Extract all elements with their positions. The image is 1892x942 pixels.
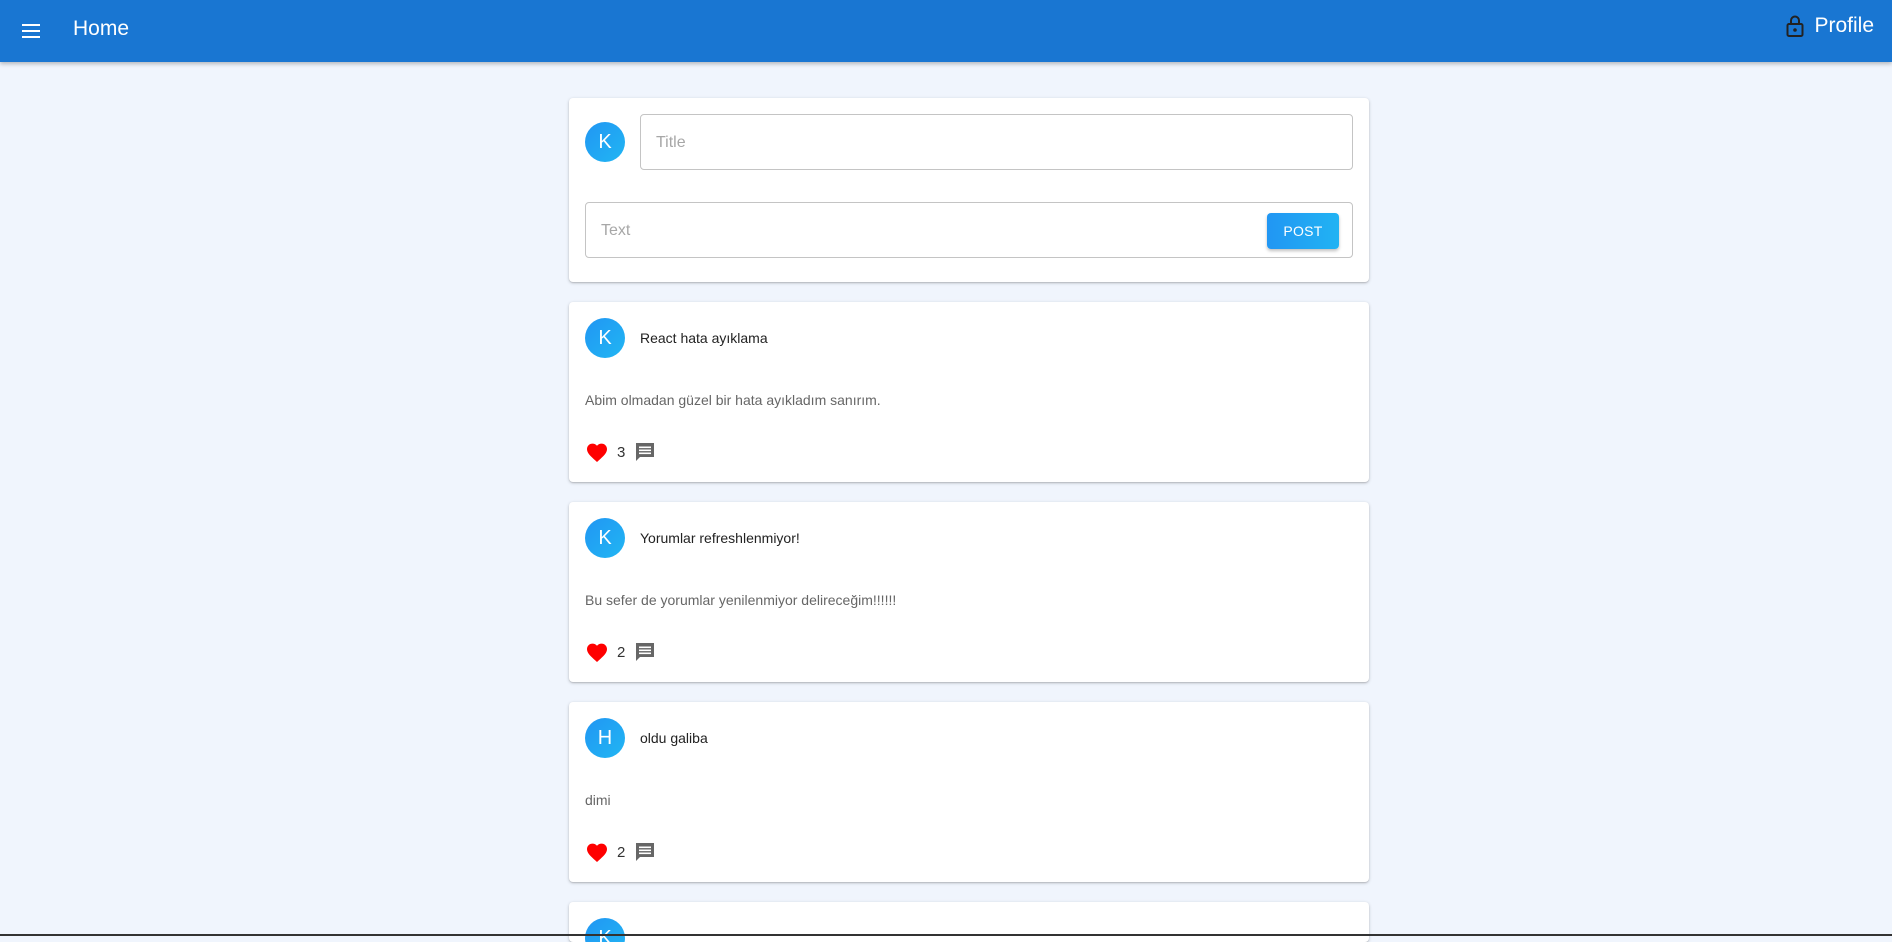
- post-actions: 3: [585, 440, 657, 464]
- post-actions: 2: [585, 640, 657, 664]
- like-button[interactable]: [585, 440, 609, 464]
- avatar[interactable]: K: [585, 518, 625, 558]
- post-card: H oldu galiba dimi 2: [569, 702, 1369, 882]
- post-actions: 2: [585, 840, 657, 864]
- like-button[interactable]: [585, 840, 609, 864]
- comment-button[interactable]: [633, 440, 657, 464]
- avatar-letter: K: [598, 527, 611, 550]
- post-card: K Yorumlar refreshlenmiyor! Bu sefer de …: [569, 502, 1369, 682]
- post-button[interactable]: POST: [1267, 213, 1339, 249]
- heart-icon: [585, 441, 609, 463]
- post-card: K: [569, 902, 1369, 942]
- like-button[interactable]: [585, 640, 609, 664]
- avatar[interactable]: K: [585, 318, 625, 358]
- post-title: oldu galiba: [640, 730, 708, 746]
- post-card: K React hata ayıklama Abim olmadan güzel…: [569, 302, 1369, 482]
- comment-icon: [633, 640, 657, 664]
- app-bar: Home Profile: [0, 0, 1892, 62]
- profile-label: Profile: [1814, 14, 1874, 38]
- post-text: Abim olmadan güzel bir hata ayıkladım sa…: [585, 392, 881, 408]
- avatar[interactable]: K: [585, 918, 625, 942]
- post-composer: K POST: [569, 98, 1369, 282]
- post-title: Yorumlar refreshlenmiyor!: [640, 530, 800, 546]
- heart-icon: [585, 841, 609, 863]
- comment-icon: [633, 440, 657, 464]
- avatar-letter: K: [598, 327, 611, 350]
- avatar-letter: H: [598, 727, 612, 750]
- like-count: 2: [617, 644, 625, 661]
- avatar: K: [585, 122, 625, 162]
- menu-icon: [18, 19, 48, 43]
- comment-icon: [633, 840, 657, 864]
- text-field: POST: [585, 202, 1353, 258]
- text-input[interactable]: [599, 203, 1203, 259]
- like-count: 2: [617, 844, 625, 861]
- heart-icon: [585, 641, 609, 663]
- profile-link[interactable]: Profile: [1784, 14, 1874, 38]
- title-input[interactable]: [654, 115, 1339, 171]
- like-count: 3: [617, 444, 625, 461]
- post-title: React hata ayıklama: [640, 330, 768, 346]
- page-title[interactable]: Home: [73, 17, 129, 41]
- avatar[interactable]: H: [585, 718, 625, 758]
- comment-button[interactable]: [633, 840, 657, 864]
- title-field: [640, 114, 1353, 170]
- post-text: Bu sefer de yorumlar yenilenmiyor delire…: [585, 592, 896, 608]
- lock-icon: [1784, 14, 1806, 38]
- menu-button[interactable]: [18, 19, 48, 43]
- avatar-letter: K: [598, 131, 611, 154]
- post-text: dimi: [585, 792, 611, 808]
- comment-button[interactable]: [633, 640, 657, 664]
